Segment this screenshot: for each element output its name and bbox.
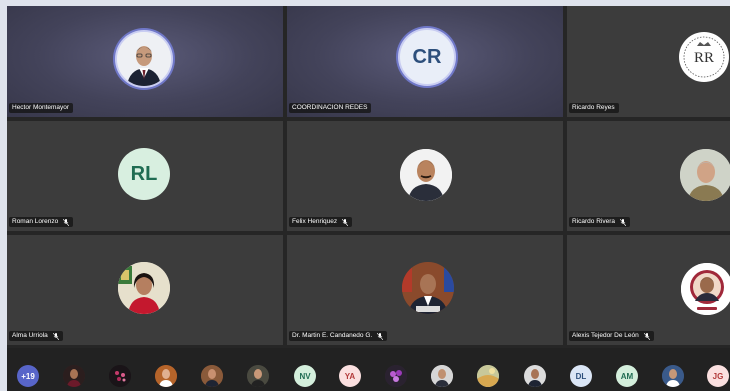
mic-muted-icon	[377, 332, 384, 340]
avatar-photo-man-gray-hair-icon	[680, 149, 730, 201]
participant-tile-alma-urriola[interactable]: Alma Urriola	[7, 235, 283, 345]
participant-chip-photo[interactable]	[63, 365, 85, 387]
participant-name: Hector Montemayor	[12, 104, 70, 111]
participant-name-tag: COORDINACION REDES	[289, 103, 372, 113]
avatar-photo-man-circle-icon	[681, 263, 730, 315]
participant-name-tag: Ricardo Rivera	[569, 217, 630, 227]
mic-muted-icon	[342, 218, 349, 226]
chip-initials: DL	[575, 371, 587, 381]
participant-chip-photo[interactable]	[109, 365, 131, 387]
participant-tile-martin-candanedo[interactable]: Dr. Martin E. Candanedo G.	[287, 235, 563, 345]
participant-name: COORDINACION REDES	[292, 104, 368, 111]
participant-chip-initials-nv[interactable]: NV	[294, 365, 316, 387]
mic-muted-icon	[63, 218, 70, 226]
chip-initials: YA	[344, 371, 356, 381]
avatar-initials: CR	[400, 30, 454, 84]
participant-tile-hector-montemayor[interactable]: Hector Montemayor	[7, 6, 283, 117]
participant-name-tag: Felix Henriquez	[289, 217, 353, 227]
participant-name-tag: Alma Urriola	[9, 331, 63, 341]
avatar-initials-text: RL	[130, 162, 158, 185]
participant-tile-ricardo-reyes[interactable]: RR Ricardo Reyes	[567, 6, 730, 117]
avatar-initials-text: CR	[412, 45, 442, 68]
participant-chip-photo[interactable]	[247, 365, 269, 387]
participant-chip-initials-dl[interactable]: DL	[570, 365, 592, 387]
participant-name: Ricardo Rivera	[572, 218, 615, 225]
participant-chip-photo[interactable]	[201, 365, 223, 387]
participant-chip-photo[interactable]	[385, 365, 407, 387]
overflow-participants-button[interactable]: +19	[17, 365, 39, 387]
participant-name-tag: Ricardo Reyes	[569, 103, 619, 113]
participant-tile-coordinacion-redes[interactable]: CR COORDINACION REDES	[287, 6, 563, 117]
participant-chip-photo[interactable]	[431, 365, 453, 387]
video-grid: Hector Montemayor CR COORDINACION REDES …	[7, 6, 730, 391]
participant-name-tag: Roman Lorenzo	[9, 217, 74, 227]
participant-chip-photo[interactable]	[477, 365, 499, 387]
chip-initials: AM	[620, 371, 634, 381]
mic-muted-icon	[643, 332, 650, 340]
avatar-rr-monogram-logo: RR	[679, 32, 729, 82]
svg-text:RR: RR	[694, 50, 714, 66]
chip-initials: NV	[299, 371, 311, 381]
participant-chip-initials-am[interactable]: AM	[616, 365, 638, 387]
participant-chip-photo[interactable]	[524, 365, 546, 387]
avatar-photo-woman-red-icon	[118, 262, 170, 314]
participant-tile-alexis-tejedor[interactable]: Alexis Tejedor De León	[567, 235, 730, 345]
participant-chip-photo[interactable]	[155, 365, 177, 387]
avatar-photo-man-flags-icon	[402, 262, 454, 314]
participant-name-tag: Hector Montemayor	[9, 103, 74, 113]
participant-strip: +19 NV YA DL AM JG	[7, 348, 730, 391]
participant-name: Felix Henriquez	[292, 218, 338, 225]
participant-name: Alma Urriola	[12, 332, 48, 339]
avatar-photo-man-suit-icon	[117, 32, 171, 86]
participant-name: Ricardo Reyes	[572, 104, 615, 111]
participant-name-tag: Alexis Tejedor De León	[569, 331, 654, 341]
participant-name: Alexis Tejedor De León	[572, 332, 639, 339]
overflow-count: +19	[21, 371, 35, 381]
participant-chip-photo[interactable]	[662, 365, 684, 387]
participant-chip-initials-ya[interactable]: YA	[339, 365, 361, 387]
participant-name: Roman Lorenzo	[12, 218, 59, 225]
avatar-initials: RL	[118, 148, 170, 200]
chip-initials: JG	[712, 371, 724, 381]
mic-muted-icon	[52, 332, 59, 340]
participant-tile-ricardo-rivera[interactable]: Ricardo Rivera	[567, 121, 730, 231]
participant-tile-felix-henriquez[interactable]: Felix Henriquez	[287, 121, 563, 231]
mic-muted-icon	[620, 218, 626, 226]
participant-name-tag: Dr. Martin E. Candanedo G.	[289, 331, 388, 341]
participant-chip-initials-jg[interactable]: JG	[707, 365, 729, 387]
participant-name: Dr. Martin E. Candanedo G.	[292, 332, 373, 339]
avatar-photo-man-mustache-icon	[400, 149, 452, 201]
participant-tile-roman-lorenzo[interactable]: RL Roman Lorenzo	[7, 121, 283, 231]
